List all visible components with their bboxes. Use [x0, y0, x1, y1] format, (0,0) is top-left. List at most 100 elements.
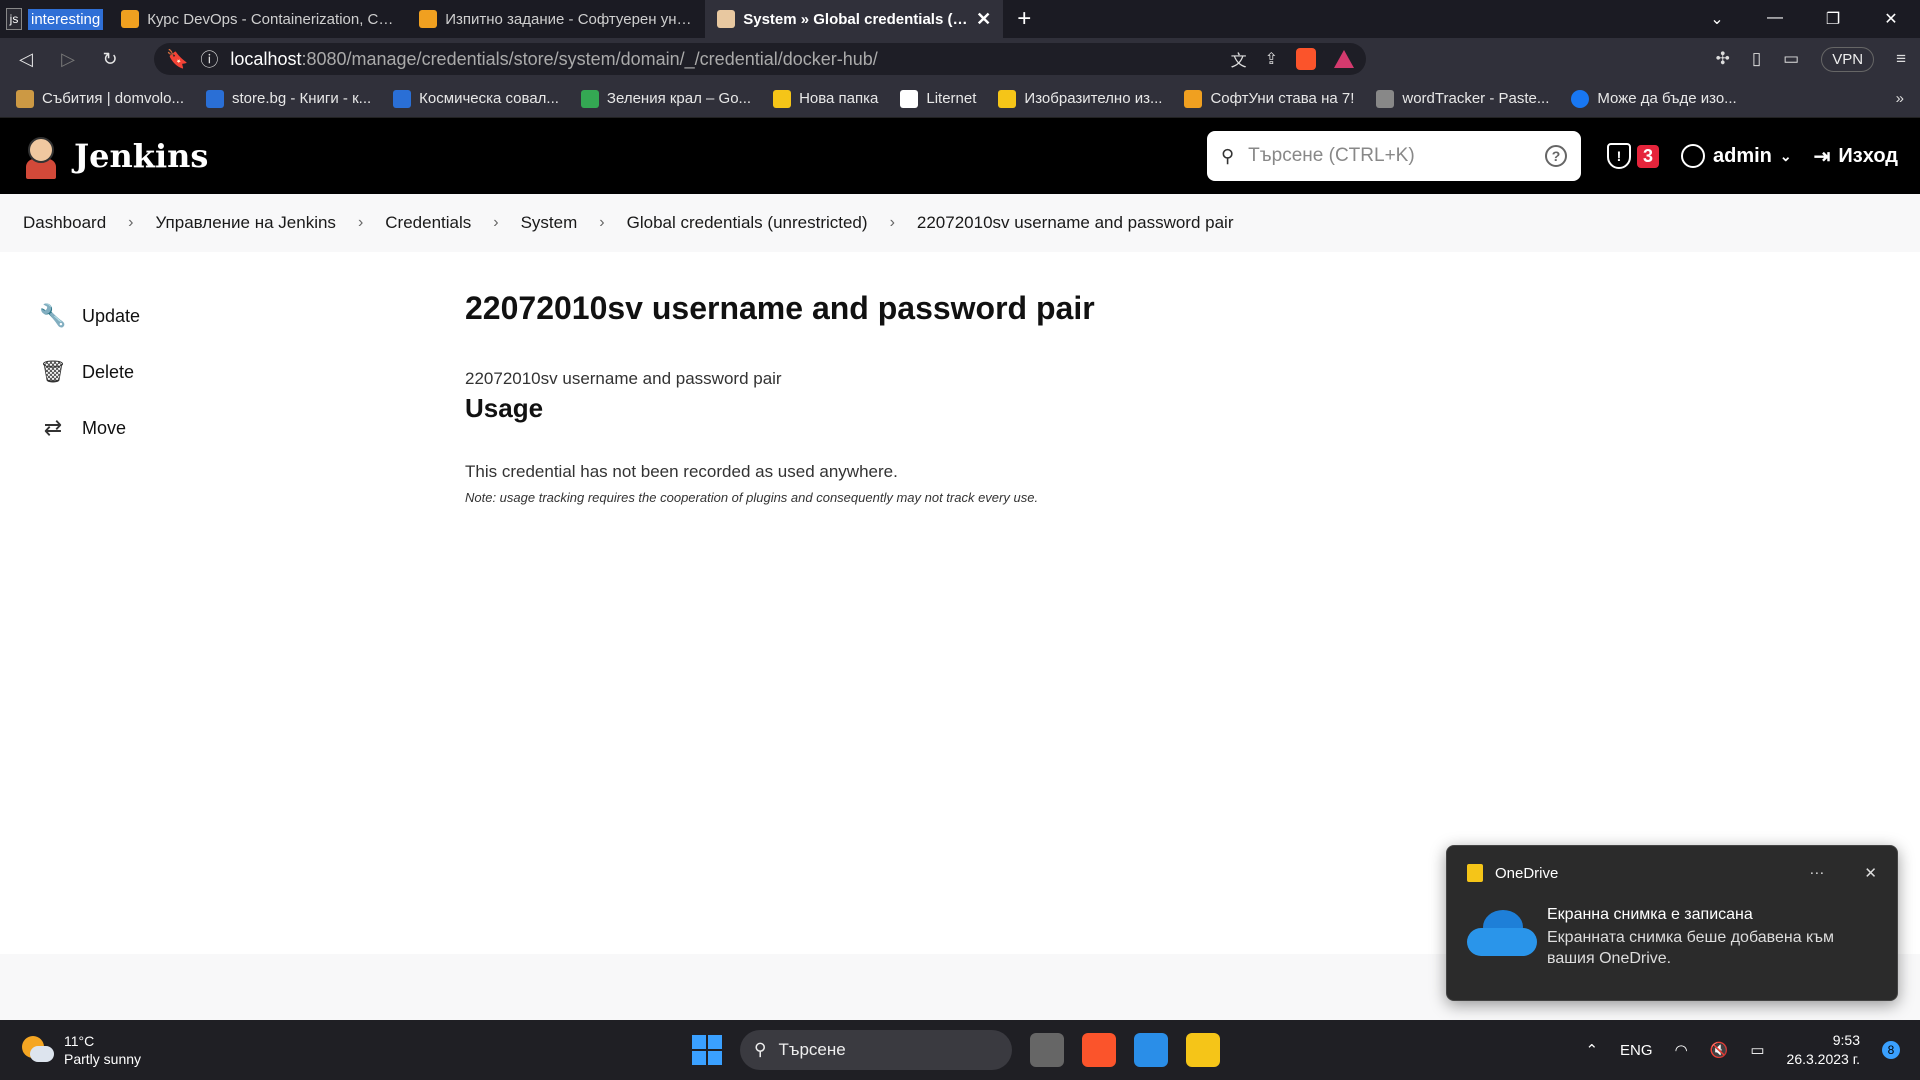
- new-tab-button[interactable]: +: [1003, 5, 1045, 33]
- forward-button[interactable]: ▷: [56, 49, 80, 70]
- back-button[interactable]: ◁: [14, 49, 38, 70]
- jenkins-logo[interactable]: Jenkins: [22, 133, 208, 179]
- browser-tab[interactable]: Курс DevOps - Containerization, CI/CD: [109, 0, 407, 38]
- sidebar-item-label: Delete: [82, 361, 135, 382]
- url-host: localhost: [230, 48, 302, 69]
- system-tray: ⌃ ENG ◠ 🔇 ▭ 9:53 26.3.2023 г. 8: [1585, 1031, 1920, 1069]
- breadcrumb-manage[interactable]: Управление на Jenkins: [156, 213, 336, 233]
- onedrive-small-icon: [1467, 864, 1483, 882]
- brave-shields-icon[interactable]: [1296, 48, 1316, 70]
- bookmark-favicon-icon: [900, 89, 919, 108]
- usage-note: Note: usage tracking requires the cooper…: [465, 490, 1039, 505]
- brave-browser-icon[interactable]: [1082, 1033, 1116, 1067]
- page-title: 22072010sv username and password pair: [465, 290, 1095, 326]
- battery-icon[interactable]: ▭: [1750, 1041, 1764, 1059]
- bookmark-folder[interactable]: Нова папка: [773, 89, 878, 108]
- breadcrumb-current[interactable]: 22072010sv username and password pair: [917, 213, 1234, 233]
- weather-widget[interactable]: 11°C Partly sunny: [0, 1032, 600, 1068]
- close-window-button[interactable]: ✕: [1862, 9, 1920, 29]
- search-input[interactable]: [1248, 145, 1531, 167]
- sidebar-item-delete[interactable]: 🗑 Delete: [39, 344, 425, 400]
- jenkins-title: Jenkins: [74, 137, 209, 175]
- maximize-button[interactable]: ❐: [1804, 9, 1862, 29]
- brave-rewards-icon[interactable]: [1334, 50, 1354, 68]
- pinned-tab-js[interactable]: js: [6, 8, 22, 30]
- taskbar-search[interactable]: ⚲ Търсене: [740, 1030, 1012, 1070]
- help-icon[interactable]: ?: [1544, 145, 1567, 167]
- bookmark-item[interactable]: Liternet: [900, 89, 976, 108]
- wrench-icon: 🔧: [39, 303, 67, 328]
- browser-tab-active[interactable]: System » Global credentials (unre ✕: [705, 0, 1004, 38]
- security-alert[interactable]: ! 3: [1606, 143, 1659, 169]
- chevron-right-icon: ›: [128, 214, 134, 231]
- weather-condition: Partly sunny: [64, 1051, 142, 1067]
- bookmark-folder[interactable]: Изобразително из...: [998, 89, 1162, 108]
- breadcrumb-dashboard[interactable]: Dashboard: [23, 213, 106, 233]
- facebook-icon: [1571, 89, 1590, 108]
- bookmark-item[interactable]: СофтУни става на 7!: [1184, 89, 1354, 108]
- alert-badge: 3: [1636, 144, 1659, 168]
- sidebar-icon[interactable]: ▯: [1752, 49, 1761, 69]
- translate-icon[interactable]: 文: [1231, 47, 1247, 71]
- file-explorer-icon[interactable]: [1186, 1033, 1220, 1067]
- wifi-icon[interactable]: ◠: [1675, 1041, 1688, 1059]
- jenkins-butler-icon: [22, 133, 60, 179]
- user-icon: [1681, 144, 1705, 168]
- arrows-icon: ⇄: [43, 415, 63, 440]
- volume-muted-icon[interactable]: 🔇: [1710, 1041, 1729, 1059]
- close-tab-icon[interactable]: ✕: [976, 9, 991, 30]
- vpn-button[interactable]: VPN: [1821, 46, 1875, 72]
- browser-tab[interactable]: Изпитно задание - Софтуерен униве: [407, 0, 705, 38]
- pinned-tab-interesting[interactable]: interesting: [28, 8, 104, 30]
- bookmarks-bar: Събития | domvolo... store.bg - Книги - …: [0, 80, 1920, 118]
- task-view-icon[interactable]: [1030, 1033, 1064, 1067]
- chevron-up-icon[interactable]: ⌃: [1585, 1041, 1598, 1059]
- bookmark-item[interactable]: Зеления крал – Go...: [580, 89, 751, 108]
- breadcrumb: Dashboard › Управление на Jenkins › Cred…: [0, 194, 1920, 252]
- breadcrumb-global-credentials[interactable]: Global credentials (unrestricted): [627, 213, 868, 233]
- language-indicator[interactable]: ENG: [1620, 1042, 1653, 1059]
- extensions-icon[interactable]: ✣: [1716, 49, 1730, 69]
- address-toolbar: ◁ ▷ ↻ 🔖 ⓘ localhost:8080/manage/credenti…: [0, 38, 1920, 80]
- partly-sunny-icon: [22, 1036, 54, 1064]
- more-options-icon[interactable]: ···: [1809, 864, 1824, 882]
- logout-link[interactable]: ⇥ Изход: [1814, 144, 1898, 169]
- user-menu[interactable]: admin ⌄: [1681, 144, 1792, 168]
- usage-text: This credential has not been recorded as…: [465, 462, 898, 481]
- minimize-button[interactable]: —: [1746, 9, 1804, 29]
- toast-app-name: OneDrive: [1495, 864, 1559, 882]
- site-info-icon[interactable]: ⓘ: [200, 46, 218, 72]
- clock[interactable]: 9:53 26.3.2023 г.: [1787, 1031, 1860, 1069]
- bookmark-item[interactable]: store.bg - Книги - к...: [205, 89, 371, 108]
- toast-body: Екранната снимка беше добавена към вашия…: [1547, 929, 1835, 967]
- url-bar[interactable]: 🔖 ⓘ localhost:8080/manage/credentials/st…: [154, 43, 1366, 75]
- onedrive-notification[interactable]: OneDrive ··· ✕ Екранна снимка е записана…: [1446, 845, 1898, 1001]
- reload-button[interactable]: ↻: [98, 49, 122, 70]
- jenkins-header: Jenkins ⚲ ? ! 3 admin ⌄ ⇥ Изход: [0, 118, 1920, 194]
- start-button[interactable]: [692, 1035, 722, 1065]
- notification-badge[interactable]: 8: [1882, 1041, 1900, 1059]
- share-icon[interactable]: ⇪: [1265, 49, 1278, 69]
- breadcrumb-system[interactable]: System: [521, 213, 578, 233]
- chevron-right-icon: ›: [599, 214, 605, 231]
- username: admin: [1713, 144, 1772, 167]
- shield-icon: !: [1606, 143, 1631, 169]
- sidebar-item-update[interactable]: 🔧 Update: [39, 288, 425, 344]
- bookmark-item[interactable]: Събития | domvolo...: [16, 89, 184, 108]
- bookmark-icon[interactable]: 🔖: [166, 49, 188, 70]
- vscode-icon[interactable]: [1134, 1033, 1168, 1067]
- menu-icon[interactable]: ≡: [1896, 49, 1906, 69]
- bookmark-favicon-icon: [1376, 89, 1395, 108]
- bookmark-item[interactable]: wordTracker - Paste...: [1376, 89, 1549, 108]
- more-bookmarks-icon[interactable]: »: [1896, 90, 1904, 107]
- bookmark-item[interactable]: Може да бъде изо...: [1571, 89, 1737, 108]
- logout-icon: ⇥: [1813, 145, 1831, 168]
- chevron-down-icon[interactable]: ⌄: [1780, 148, 1792, 165]
- bookmark-item[interactable]: Космическа совал...: [393, 89, 559, 108]
- breadcrumb-credentials[interactable]: Credentials: [385, 213, 471, 233]
- sidebar-item-label: Move: [82, 417, 127, 438]
- sidebar-item-move[interactable]: ⇄ Move: [40, 400, 425, 456]
- tab-search-icon[interactable]: ⌄: [1688, 9, 1746, 29]
- wallet-icon[interactable]: ▭: [1783, 49, 1799, 69]
- close-icon[interactable]: ✕: [1864, 864, 1877, 882]
